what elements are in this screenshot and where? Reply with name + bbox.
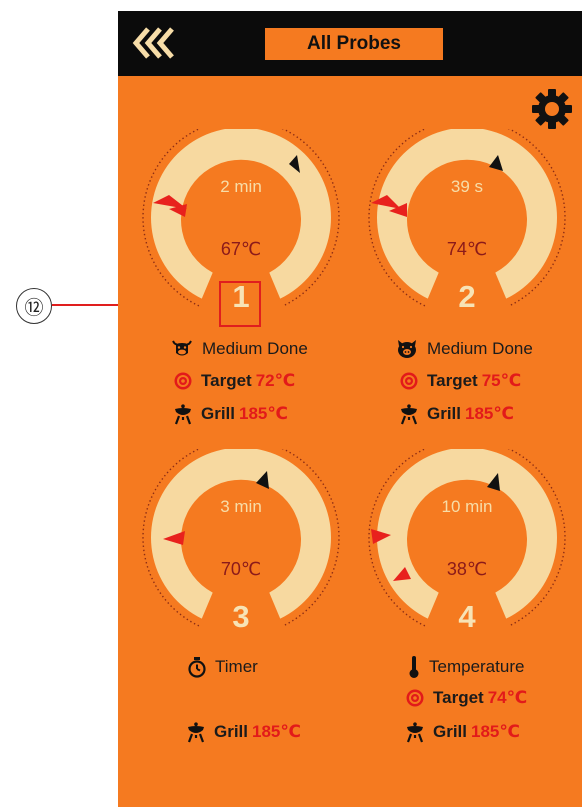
mode-timer-3[interactable]: Timer (187, 656, 258, 678)
grill-temp-4: Grill 185℃ (405, 721, 520, 743)
temp-readout: 74℃ (446, 239, 488, 259)
thermometer-icon (409, 656, 419, 678)
grill-label: Grill (427, 404, 462, 423)
timer-readout: 2 min (220, 177, 262, 196)
temp-readout: 70℃ (220, 559, 262, 579)
callout-number: ⑫ (16, 288, 52, 324)
temp-readout: 38℃ (446, 559, 488, 579)
grill-label: Grill (433, 722, 468, 741)
mode-label: Temperature (429, 657, 525, 676)
timer-readout: 10 min (441, 497, 493, 516)
target-label: Target (427, 371, 478, 390)
cow-icon (172, 340, 192, 356)
grill-value: 185℃ (252, 722, 301, 741)
doneness-label: Medium Done (427, 339, 533, 358)
grill-icon (186, 721, 206, 743)
probe-number: 4 (458, 599, 476, 634)
target-temp-1[interactable]: Target 72℃ (173, 371, 295, 391)
mode-temperature-4[interactable]: Temperature (407, 655, 524, 679)
target-icon (399, 371, 419, 391)
grill-icon (405, 721, 425, 743)
grill-temp-1: Grill 185℃ (173, 403, 288, 425)
mode-label: Timer (215, 657, 258, 676)
doneness-label: Medium Done (202, 339, 308, 358)
meat-preset-1[interactable]: Medium Done (170, 338, 308, 360)
grill-value: 185℃ (471, 722, 520, 741)
timer-readout: 3 min (220, 497, 262, 516)
app-screen: All Probes 2 min 67℃ 1 39 s 74℃ 2 3 min … (118, 11, 582, 807)
target-label: Target (433, 688, 484, 707)
target-temp-4[interactable]: Target 74℃ (405, 688, 527, 708)
meat-preset-2[interactable]: Medium Done (395, 338, 533, 360)
probe-card-2[interactable]: 39 s 74℃ 2 (367, 129, 567, 329)
top-bar: All Probes (118, 11, 582, 76)
grill-label: Grill (214, 722, 249, 741)
grill-value: 185℃ (239, 404, 288, 423)
settings-button[interactable] (530, 87, 574, 131)
probe-number: 3 (232, 599, 250, 634)
gear-icon (532, 89, 572, 129)
callout-highlight-box (219, 281, 261, 327)
grill-value: 185℃ (465, 404, 514, 423)
back-button[interactable] (132, 25, 178, 61)
probe-number: 2 (458, 279, 476, 314)
temp-readout: 67℃ (220, 239, 262, 259)
grill-label: Grill (201, 404, 236, 423)
grill-icon (399, 403, 419, 425)
target-value: 74℃ (487, 688, 528, 707)
grill-icon (173, 403, 193, 425)
page-title: All Probes (265, 28, 443, 60)
target-value: 72℃ (255, 371, 296, 390)
target-label: Target (201, 371, 252, 390)
double-chevron-left-icon (132, 27, 174, 59)
grill-temp-3: Grill 185℃ (186, 721, 301, 743)
pig-icon (398, 340, 416, 358)
stopwatch-icon (188, 657, 206, 678)
timer-readout: 39 s (450, 177, 484, 196)
target-value: 75℃ (481, 371, 522, 390)
probe-card-3[interactable]: 3 min 70℃ 3 (141, 449, 341, 649)
probe-card-4[interactable]: 10 min 38℃ 4 (367, 449, 567, 649)
target-temp-2[interactable]: Target 75℃ (399, 371, 521, 391)
grill-temp-2: Grill 185℃ (399, 403, 514, 425)
target-icon (173, 371, 193, 391)
target-icon (405, 688, 425, 708)
